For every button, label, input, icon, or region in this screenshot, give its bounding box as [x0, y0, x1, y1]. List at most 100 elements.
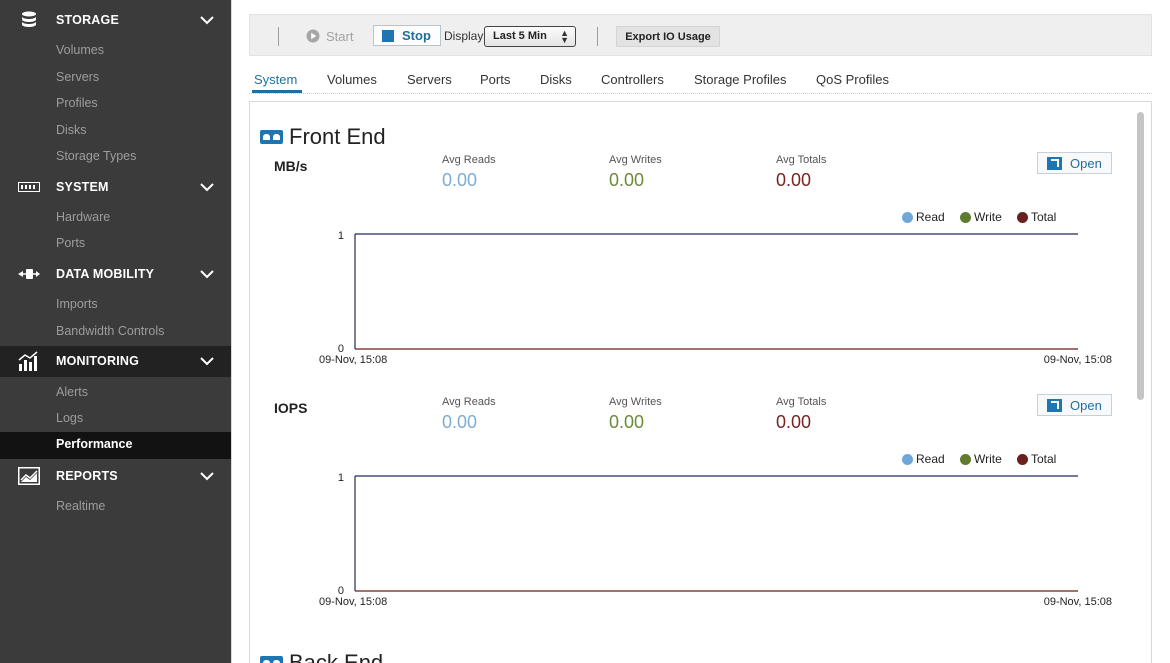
- avg-reads-label: Avg Reads: [442, 154, 496, 166]
- sidebar-section-label: DATA MOBILITY: [56, 267, 155, 281]
- chevron-down-icon[interactable]: [199, 180, 215, 194]
- section-title-back-end: Back End: [260, 650, 383, 663]
- sidebar: STORAGE Volumes Servers Profiles Disks S…: [0, 0, 231, 663]
- sidebar-item-servers[interactable]: Servers: [0, 65, 231, 91]
- avg-totals-label: Avg Totals: [776, 396, 827, 408]
- y-max-tick: 1: [338, 472, 344, 484]
- tab-ports[interactable]: Ports: [480, 72, 510, 87]
- tab-controllers[interactable]: Controllers: [601, 72, 664, 87]
- tab-storage-profiles[interactable]: Storage Profiles: [694, 72, 787, 87]
- sidebar-item-bandwidth-controls[interactable]: Bandwidth Controls: [0, 319, 231, 345]
- sidebar-item-performance[interactable]: Performance: [0, 432, 231, 459]
- sidebar-section-data-mobility[interactable]: DATA MOBILITY: [0, 259, 231, 289]
- iops-chart: 1 0 09-Nov, 15:08 09-Nov, 15:08: [319, 472, 1112, 608]
- sidebar-item-storage-types[interactable]: Storage Types: [0, 144, 231, 170]
- sidebar-section-label: SYSTEM: [56, 180, 109, 194]
- avg-totals-value: 0.00: [776, 412, 812, 432]
- chevron-down-icon[interactable]: [199, 469, 215, 483]
- open-label: Open: [1070, 397, 1102, 413]
- external-link-icon: [1047, 156, 1062, 170]
- avg-reads-value: 0.00: [442, 412, 478, 432]
- tab-servers[interactable]: Servers: [407, 72, 452, 87]
- sidebar-item-imports[interactable]: Imports: [0, 292, 231, 318]
- display-range-value: Last 5 Min: [493, 30, 547, 42]
- sidebar-section-system[interactable]: SYSTEM: [0, 172, 231, 202]
- sidebar-item-disks[interactable]: Disks: [0, 118, 231, 144]
- tab-system[interactable]: System: [254, 72, 297, 87]
- metric-block-iops: IOPS Avg Reads 0.00 Avg Writes 0.00 Avg …: [250, 394, 1130, 630]
- stop-icon: [382, 29, 394, 42]
- scrollbar[interactable]: [1135, 108, 1145, 663]
- front-end-icon: [260, 130, 283, 144]
- avg-totals-stat: Avg Totals 0.00: [776, 154, 826, 191]
- bar-chart-icon: [17, 351, 41, 371]
- avg-reads-value: 0.00: [442, 170, 478, 190]
- sidebar-section-storage[interactable]: STORAGE: [0, 5, 231, 35]
- data-transfer-icon: [17, 265, 41, 283]
- open-label: Open: [1070, 155, 1102, 171]
- sidebar-section-label: MONITORING: [56, 354, 140, 368]
- x-start-tick: 09-Nov, 15:08: [319, 354, 387, 366]
- open-button[interactable]: Open: [1037, 394, 1112, 416]
- x-start-tick: 09-Nov, 15:08: [319, 596, 387, 608]
- sidebar-section-reports[interactable]: REPORTS: [0, 461, 231, 491]
- avg-writes-stat: Avg Writes 0.00: [609, 396, 662, 433]
- chevron-down-icon[interactable]: [199, 13, 215, 27]
- chevron-down-icon[interactable]: [199, 354, 215, 368]
- avg-totals-value: 0.00: [776, 170, 812, 190]
- tab-disks[interactable]: Disks: [540, 72, 572, 87]
- tab-qos-profiles[interactable]: QoS Profiles: [816, 72, 889, 87]
- chevron-down-icon[interactable]: [199, 267, 215, 281]
- avg-writes-label: Avg Writes: [609, 396, 662, 408]
- export-io-usage-button[interactable]: Export IO Usage: [616, 26, 720, 47]
- avg-reads-label: Avg Reads: [442, 396, 496, 408]
- performance-panel: Front End MB/s Avg Reads 0.00 Avg Writes…: [249, 101, 1152, 663]
- sidebar-section-label: REPORTS: [56, 469, 118, 483]
- y-max-tick: 1: [338, 230, 344, 242]
- avg-reads-stat: Avg Reads 0.00: [442, 154, 496, 191]
- metric-name: MB/s: [274, 158, 308, 174]
- sidebar-item-hardware[interactable]: Hardware: [0, 205, 231, 231]
- metric-name: IOPS: [274, 400, 308, 416]
- avg-writes-stat: Avg Writes 0.00: [609, 154, 662, 191]
- avg-writes-value: 0.00: [609, 412, 645, 432]
- sidebar-item-ports[interactable]: Ports: [0, 231, 231, 257]
- line-chart-icon: [17, 467, 41, 485]
- sidebar-section-label: STORAGE: [56, 13, 119, 27]
- server-rack-icon: [17, 178, 41, 196]
- section-title-front-end: Front End: [260, 124, 386, 150]
- select-arrows-icon: ▲ ▼: [560, 28, 569, 45]
- avg-writes-label: Avg Writes: [609, 154, 662, 166]
- sidebar-section-monitoring[interactable]: MONITORING: [0, 346, 231, 377]
- display-range-select[interactable]: Last 5 Min ▲ ▼: [484, 26, 576, 47]
- stop-button[interactable]: Stop: [373, 25, 441, 46]
- sidebar-divider: [231, 0, 232, 663]
- database-icon: [17, 11, 41, 29]
- toolbar-separator: [597, 27, 598, 46]
- back-end-title: Back End: [289, 650, 384, 663]
- metric-block-mbs: MB/s Avg Reads 0.00 Avg Writes 0.00 Avg …: [250, 152, 1130, 388]
- avg-writes-value: 0.00: [609, 170, 645, 190]
- display-label: Display: [444, 29, 484, 43]
- play-icon: [306, 29, 320, 43]
- x-end-tick: 09-Nov, 15:08: [1044, 354, 1112, 366]
- mbs-chart: 1 0 09-Nov, 15:08 09-Nov, 15:08: [319, 230, 1112, 366]
- front-end-title: Front End: [289, 124, 386, 149]
- start-button[interactable]: Start: [306, 26, 353, 46]
- avg-totals-stat: Avg Totals 0.00: [776, 396, 826, 433]
- x-end-tick: 09-Nov, 15:08: [1044, 596, 1112, 608]
- avg-reads-stat: Avg Reads 0.00: [442, 396, 496, 433]
- tab-bar: System Volumes Servers Ports Disks Contr…: [249, 64, 1152, 94]
- scrollbar-thumb[interactable]: [1137, 112, 1144, 400]
- back-end-icon: [260, 656, 283, 663]
- start-label: Start: [326, 28, 354, 44]
- sidebar-item-volumes[interactable]: Volumes: [0, 38, 231, 64]
- sidebar-item-profiles[interactable]: Profiles: [0, 91, 231, 117]
- sidebar-item-logs[interactable]: Logs: [0, 406, 231, 432]
- sidebar-item-alerts[interactable]: Alerts: [0, 380, 231, 406]
- sidebar-item-realtime[interactable]: Realtime: [0, 494, 231, 520]
- toolbar-separator: [278, 27, 279, 46]
- open-button[interactable]: Open: [1037, 152, 1112, 174]
- external-link-icon: [1047, 398, 1062, 412]
- tab-volumes[interactable]: Volumes: [327, 72, 377, 87]
